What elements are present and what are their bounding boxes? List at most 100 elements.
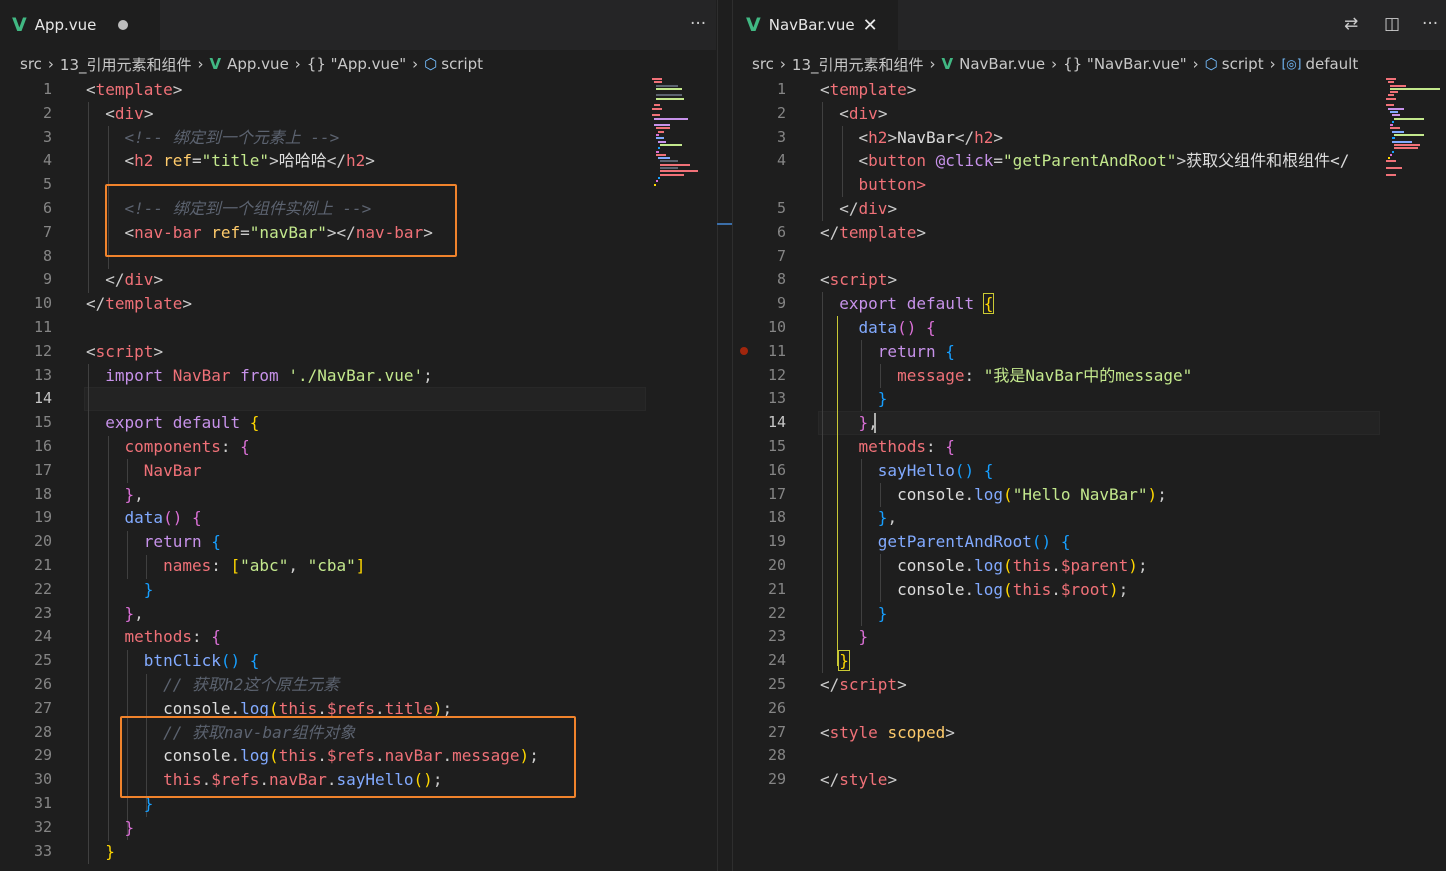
line-number: 22	[734, 602, 786, 626]
line-number: 17	[734, 483, 786, 507]
line-number: 28	[734, 744, 786, 768]
breakpoint-icon[interactable]	[740, 347, 748, 355]
vue-icon: V	[210, 55, 222, 73]
line-number: 6	[0, 197, 52, 221]
tab-app-vue[interactable]: V App.vue	[0, 0, 160, 50]
editor-splitter[interactable]	[716, 0, 734, 871]
line-number: 28	[0, 721, 52, 745]
line-number: 3	[734, 126, 786, 150]
line-number: 11	[0, 316, 52, 340]
tab-title: App.vue	[35, 16, 97, 34]
line-number: 20	[0, 530, 52, 554]
line-number: 9	[734, 292, 786, 316]
breadcrumb-item[interactable]: 13_引用元素和组件	[60, 54, 192, 75]
line-number: 31	[0, 792, 52, 816]
breadcrumb-item[interactable]: script	[441, 55, 483, 73]
chevron-right-icon: ›	[930, 55, 936, 73]
line-number: 33	[0, 840, 52, 864]
chevron-right-icon: ›	[412, 55, 418, 73]
line-number: 15	[0, 411, 52, 435]
line-number: 25	[734, 673, 786, 697]
line-number: 8	[734, 268, 786, 292]
vue-icon: V	[942, 55, 954, 73]
vue-icon: V	[746, 14, 761, 36]
line-number: 3	[0, 126, 52, 150]
line-number: 6	[734, 221, 786, 245]
tab-navbar-vue[interactable]: V NavBar.vue ✕	[734, 0, 898, 50]
breadcrumb: src › 13_引用元素和组件 › V NavBar.vue › {} "Na…	[734, 50, 1446, 78]
breadcrumb-item[interactable]: {} "App.vue"	[307, 55, 406, 73]
line-number: 12	[0, 340, 52, 364]
line-number: 13	[0, 364, 52, 388]
vue-icon: V	[12, 14, 27, 36]
breadcrumb-item[interactable]: 13_引用元素和组件	[792, 54, 924, 75]
minimap[interactable]	[1386, 78, 1442, 177]
breadcrumb-item[interactable]: {} "NavBar.vue"	[1063, 55, 1187, 73]
tab-title: NavBar.vue	[769, 16, 855, 34]
line-number: 1	[734, 78, 786, 102]
breadcrumb-item[interactable]: src	[20, 55, 42, 73]
line-number: 21	[0, 554, 52, 578]
breadcrumb: src › 13_引用元素和组件 › V App.vue › {} "App.v…	[0, 50, 716, 78]
highlight-box	[105, 184, 457, 257]
more-actions-button[interactable]: ···	[1422, 14, 1438, 34]
text-cursor	[874, 413, 876, 433]
minimap[interactable]	[652, 78, 712, 187]
line-number: 19	[734, 530, 786, 554]
line-number: 23	[0, 602, 52, 626]
line-number: 7	[734, 245, 786, 269]
line-number: 12	[734, 364, 786, 388]
line-number: 5	[734, 197, 786, 221]
tab-bar: V App.vue ···	[0, 0, 716, 50]
line-number: 4	[0, 149, 52, 173]
compare-icon[interactable]: ⇄	[1344, 14, 1358, 34]
chevron-right-icon: ›	[48, 55, 54, 73]
chevron-right-icon: ›	[1270, 55, 1276, 73]
chevron-right-icon: ›	[780, 55, 786, 73]
line-number: 32	[0, 816, 52, 840]
line-number: 2	[734, 102, 786, 126]
line-number: 16	[0, 435, 52, 459]
code-editor[interactable]: 1234567891011121314151617181920212223242…	[734, 78, 1446, 871]
breadcrumb-item[interactable]: default	[1305, 55, 1358, 73]
line-number: 13	[734, 387, 786, 411]
line-number: 24	[734, 649, 786, 673]
breadcrumb-item[interactable]: App.vue	[227, 55, 289, 73]
line-number: 2	[0, 102, 52, 126]
line-number: 9	[0, 268, 52, 292]
line-number: 27	[734, 721, 786, 745]
line-number: 30	[0, 768, 52, 792]
line-number: 21	[734, 578, 786, 602]
line-number: 17	[0, 459, 52, 483]
line-number: 26	[734, 697, 786, 721]
line-number: 24	[0, 625, 52, 649]
breadcrumb-item[interactable]: src	[752, 55, 774, 73]
line-number: 15	[734, 435, 786, 459]
line-number: 8	[0, 245, 52, 269]
chevron-right-icon: ›	[1193, 55, 1199, 73]
chevron-right-icon: ›	[198, 55, 204, 73]
unsaved-dot-icon[interactable]	[118, 20, 128, 30]
line-number: 26	[0, 673, 52, 697]
close-icon[interactable]: ✕	[863, 15, 878, 36]
breadcrumb-item[interactable]: script	[1222, 55, 1264, 73]
line-number: 10	[0, 292, 52, 316]
chevron-right-icon: ›	[1051, 55, 1057, 73]
line-number: 4	[734, 149, 786, 173]
tab-bar: V NavBar.vue ✕ ⇄ ◫ ···	[734, 0, 1446, 50]
line-number	[734, 173, 786, 197]
cube-icon: ⬡	[424, 55, 437, 73]
line-number: 29	[734, 768, 786, 792]
editor-pane-left: V App.vue ··· src › 13_引用元素和组件 › V App.v…	[0, 0, 716, 871]
breadcrumb-item[interactable]: NavBar.vue	[959, 55, 1045, 73]
chevron-right-icon: ›	[295, 55, 301, 73]
line-number: 19	[0, 506, 52, 530]
more-actions-button[interactable]: ···	[690, 14, 706, 34]
line-number: 20	[734, 554, 786, 578]
line-number: 14	[0, 387, 52, 411]
code-editor[interactable]: 1234567891011121314151617181920212223242…	[0, 78, 716, 871]
line-number: 5	[0, 173, 52, 197]
line-number: 27	[0, 697, 52, 721]
split-editor-icon[interactable]: ◫	[1384, 14, 1400, 34]
line-number: 14	[734, 411, 786, 435]
